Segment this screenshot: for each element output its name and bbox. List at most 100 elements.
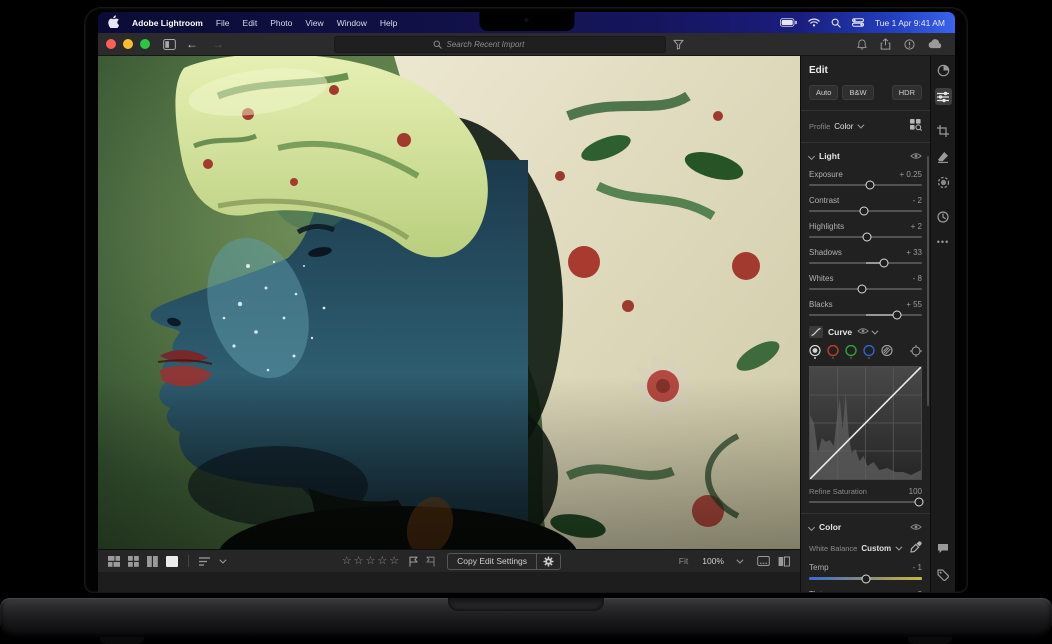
two-up-view-icon[interactable] [147,556,158,567]
zoom-level-value[interactable]: 100% [702,556,724,566]
color-visibility-eye-icon[interactable] [910,523,922,531]
presets-button[interactable] [935,62,952,79]
curve-visibility-eye-icon[interactable] [857,327,869,335]
fit-label[interactable]: Fit [679,556,688,566]
control-center-icon[interactable] [852,18,864,27]
contrast-slider[interactable]: Contrast- 2 [809,196,922,212]
zoom-chevron-icon[interactable] [736,556,743,563]
sort-chevron-icon[interactable] [219,556,226,563]
healing-tool-button[interactable] [935,148,952,165]
color-collapse-chevron-icon[interactable] [808,523,815,530]
menu-photo[interactable]: Photo [270,18,292,28]
search-input[interactable] [447,40,567,49]
keywords-button[interactable] [935,566,952,583]
minimize-window-button[interactable] [123,39,133,49]
photos-panel-toggle[interactable] [163,39,176,50]
back-button[interactable]: ← [186,38,198,50]
masking-tool-button[interactable] [935,174,952,191]
parametric-channel-icon[interactable] [881,345,893,359]
settings-gear-button[interactable] [537,556,560,567]
activity-comments-button[interactable] [935,540,952,557]
edit-tool-button[interactable] [935,88,952,105]
search-bar[interactable] [334,36,666,53]
bw-button[interactable]: B&W [842,85,873,100]
more-tools-button[interactable]: ••• [935,234,952,251]
copy-edit-settings-button[interactable]: Copy Edit Settings [448,554,536,569]
keyword-tag-icon [937,569,949,581]
share-icon[interactable] [880,38,891,50]
menubar-app-name[interactable]: Adobe Lightroom [132,18,203,28]
profile-browser-button[interactable] [910,119,922,133]
filmstrip-toggle-icon[interactable] [757,556,770,566]
blacks-knob[interactable] [893,311,902,320]
curve-collapse-chevron-icon[interactable] [872,328,879,335]
highlights-knob[interactable] [862,233,871,242]
tone-curve-histogram[interactable] [809,366,922,480]
light-collapse-chevron-icon[interactable] [808,152,815,159]
menu-edit[interactable]: Edit [243,18,258,28]
flag-pick-icon[interactable] [409,556,418,567]
hdr-button[interactable]: HDR [892,85,922,100]
photo-grid-view-icon[interactable] [108,556,120,567]
exposure-value: + 0.25 [900,170,922,179]
battery-icon[interactable] [780,18,797,27]
before-after-icon[interactable] [778,556,790,567]
temp-slider[interactable]: Temp- 1 [809,563,922,580]
menubar-clock[interactable]: Tue 1 Apr 9:41 AM [875,18,945,28]
square-grid-view-icon[interactable] [128,556,139,567]
zoom-window-button[interactable] [140,39,150,49]
detail-view-icon[interactable] [166,556,178,567]
cloud-sync-icon[interactable] [928,39,943,49]
star-rating[interactable]: ☆☆☆☆☆ [342,556,401,567]
exposure-knob[interactable] [866,181,875,190]
refine-saturation-knob[interactable] [914,498,923,507]
crop-tool-button[interactable] [935,122,952,139]
whites-knob[interactable] [858,285,867,294]
apple-menu[interactable] [108,15,119,30]
curve-reset-button[interactable] [910,345,922,359]
close-window-button[interactable] [106,39,116,49]
menu-file[interactable]: File [216,18,230,28]
flag-reject-icon[interactable] [426,556,435,567]
auto-button[interactable]: Auto [809,85,838,100]
notifications-bell-icon[interactable] [857,39,867,50]
curve-section-header[interactable]: Curve [809,326,922,338]
portrait-photo[interactable] [98,56,800,549]
tool-rail: ••• [930,56,955,592]
info-status-icon[interactable] [904,39,915,50]
shadows-slider[interactable]: Shadows+ 33 [809,248,922,264]
profile-chevron-icon[interactable] [858,121,865,128]
filter-button[interactable] [673,37,684,55]
menu-window[interactable]: Window [337,18,367,28]
white-balance-eyedropper-button[interactable] [910,541,922,555]
exposure-slider[interactable]: Exposure+ 0.25 [809,170,922,186]
light-visibility-eye-icon[interactable] [910,152,922,160]
contrast-knob[interactable] [860,207,869,216]
wifi-icon[interactable] [808,18,820,27]
tint-slider[interactable]: Tint- 2 [809,590,922,592]
red-channel-icon[interactable] [827,345,839,359]
color-section-header[interactable]: Color [809,522,922,532]
menu-view[interactable]: View [305,18,323,28]
spotlight-search-icon[interactable] [831,18,841,28]
blue-channel-icon[interactable] [863,345,875,359]
shadows-knob[interactable] [879,259,888,268]
curve-tool-button[interactable] [809,326,823,338]
comment-bubble-icon [937,543,949,554]
temp-knob[interactable] [861,574,870,583]
whites-slider[interactable]: Whites- 8 [809,274,922,290]
filter-funnel-icon [673,39,684,50]
white-balance-chevron-icon[interactable] [896,543,903,550]
white-balance-dropdown[interactable]: Custom [861,544,891,553]
sort-icon[interactable] [199,557,211,566]
green-channel-icon[interactable] [845,345,857,359]
light-section-header[interactable]: Light [809,151,922,161]
profile-value-dropdown[interactable]: Color [834,122,853,131]
versions-button[interactable] [935,208,952,225]
panel-scrollbar[interactable] [927,156,929,406]
blacks-slider[interactable]: Blacks+ 55 [809,300,922,316]
refine-saturation-slider[interactable]: Refine Saturation100 [809,487,922,503]
menu-help[interactable]: Help [380,18,397,28]
luminance-channel-icon[interactable] [809,345,821,359]
highlights-slider[interactable]: Highlights+ 2 [809,222,922,238]
